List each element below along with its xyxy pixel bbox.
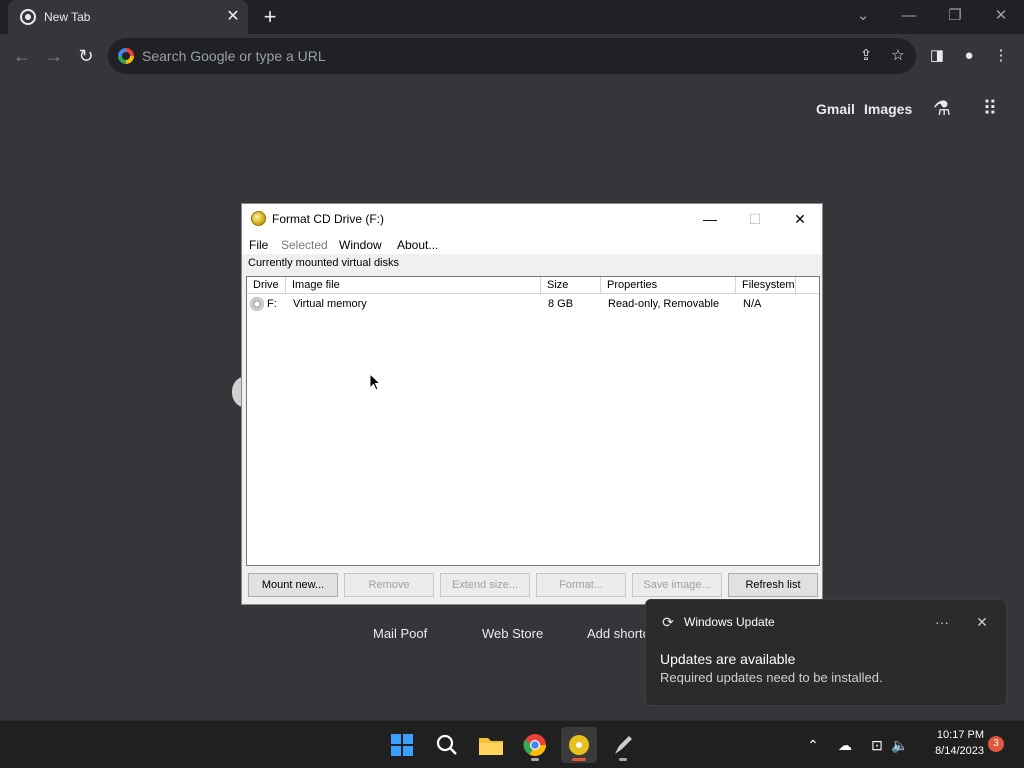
onedrive-icon[interactable]: ☁ [835,735,855,755]
dialog-titlebar[interactable]: Format CD Drive (F:) — ☐ ✕ [242,204,822,234]
dialog-close-button[interactable]: ✕ [785,208,815,230]
cell-filesystem: N/A [743,298,762,310]
menu-about[interactable]: About... [397,238,438,252]
format-cd-taskbar-button[interactable] [561,727,597,763]
cell-size: 8 GB [548,298,574,310]
cell-drive: F: [267,298,277,310]
network-icon[interactable]: ⊡ [867,735,887,755]
mounted-disks-label: Currently mounted virtual disks [248,257,400,269]
col-properties[interactable]: Properties [601,277,736,294]
address-bar[interactable]: Search Google or type a URL ⇪ ☆ [108,38,916,74]
toast-body: Required updates need to be installed. [660,670,883,685]
shortcut-add[interactable]: Add shortc [587,626,649,641]
app-taskbar-button[interactable] [605,727,641,763]
back-icon[interactable]: ← [10,44,34,68]
forward-icon[interactable]: → [42,44,66,68]
close-window-button[interactable]: ✕ [987,4,1015,28]
cd-drive-icon [251,211,266,226]
dialog-title: Format CD Drive (F:) [272,212,384,226]
restore-button[interactable]: ❐ [941,4,969,28]
labs-flask-icon[interactable]: ⚗ [929,96,955,122]
google-icon [118,48,134,64]
shortcut-mail-poof[interactable]: Mail Poof [373,626,427,641]
menu-selected[interactable]: Selected [281,238,328,252]
chrome-taskbar-button[interactable] [517,727,553,763]
start-button[interactable] [384,727,420,763]
mounted-disks-list[interactable]: Drive Image file Size Properties Filesys… [246,276,820,566]
reload-icon[interactable]: ↻ [74,44,98,68]
search-taskbar-button[interactable] [429,727,465,763]
toast-more-icon[interactable]: ··· [930,612,954,632]
tab-new-tab[interactable]: New Tab ✕ [8,0,248,34]
col-image-file[interactable]: Image file [286,277,541,294]
search-icon [436,734,457,755]
active-indicator [572,758,586,761]
chevron-up-icon[interactable]: ⌃ [803,735,823,755]
table-row[interactable]: F: Virtual memory 8 GB Read-only, Remova… [247,295,819,313]
volume-icon[interactable]: 🔈 [890,735,910,755]
folder-icon [479,738,503,755]
toast-app-name: Windows Update [684,615,775,629]
tab-title: New Tab [44,10,91,24]
bookmark-star-icon[interactable]: ☆ [889,47,907,65]
col-size[interactable]: Size [541,277,601,294]
col-drive[interactable]: Drive [247,277,286,294]
running-indicator [619,758,627,761]
windows-update-toast[interactable]: ⟳ Windows Update ··· ✕ Updates are avail… [645,599,1007,706]
extend-size-button[interactable]: Extend size... [440,573,530,597]
menu-file[interactable]: File [249,238,268,252]
profile-icon[interactable]: ● [959,46,979,66]
remove-button[interactable]: Remove [344,573,434,597]
cell-image-file: Virtual memory [293,298,367,310]
running-indicator [531,758,539,761]
mount-new-button[interactable]: Mount new... [248,573,338,597]
chrome-icon [20,9,36,25]
sync-icon: ⟳ [662,614,674,630]
share-icon[interactable]: ⇪ [857,47,875,65]
format-cd-drive-window: Format CD Drive (F:) — ☐ ✕ File Selected… [241,203,823,605]
refresh-list-button[interactable]: Refresh list [728,573,818,597]
windows-logo-icon [391,734,413,756]
tab-strip: New Tab ✕ + ⌄ — ❐ ✕ [0,0,1024,34]
tab-close-icon[interactable]: ✕ [224,8,242,26]
side-panel-icon[interactable]: ◨ [927,46,947,66]
menu-window[interactable]: Window [339,238,382,252]
address-placeholder[interactable]: Search Google or type a URL [142,48,326,64]
shortcut-web-store[interactable]: Web Store [482,626,543,641]
tab-search-icon[interactable]: ⌄ [849,4,877,28]
dialog-menubar: File Selected Window About... [242,234,822,254]
col-filesystem[interactable]: Filesystem [736,277,796,294]
images-link[interactable]: Images [864,101,912,117]
save-image-button[interactable]: Save image... [632,573,722,597]
toast-close-icon[interactable]: ✕ [970,612,994,632]
dialog-minimize-button[interactable]: — [695,208,725,230]
clock-date[interactable]: 8/14/2023 [922,745,984,757]
format-button[interactable]: Format... [536,573,626,597]
notification-badge[interactable]: 3 [988,736,1004,752]
dialog-maximize-button[interactable]: ☐ [740,208,770,230]
clock-time[interactable]: 10:17 PM [922,729,984,741]
minimize-button[interactable]: — [895,4,923,28]
list-header: Drive Image file Size Properties Filesys… [247,277,819,294]
new-tab-button[interactable]: + [258,5,282,29]
browser-toolbar: ← → ↻ Search Google or type a URL ⇪ ☆ ◨ … [0,34,1024,78]
cd-disc-icon [250,297,264,311]
toast-title: Updates are available [660,651,796,667]
mouse-cursor-icon [369,373,381,391]
apps-grid-icon[interactable]: ⠿ [977,96,1003,122]
file-explorer-button[interactable] [473,727,509,763]
menu-kebab-icon[interactable]: ⋮ [991,46,1011,66]
taskbar: ⌃ ☁ ⊡ 🔈 [0,720,1024,768]
cell-properties: Read-only, Removable [608,298,720,310]
gmail-link[interactable]: Gmail [816,101,855,117]
